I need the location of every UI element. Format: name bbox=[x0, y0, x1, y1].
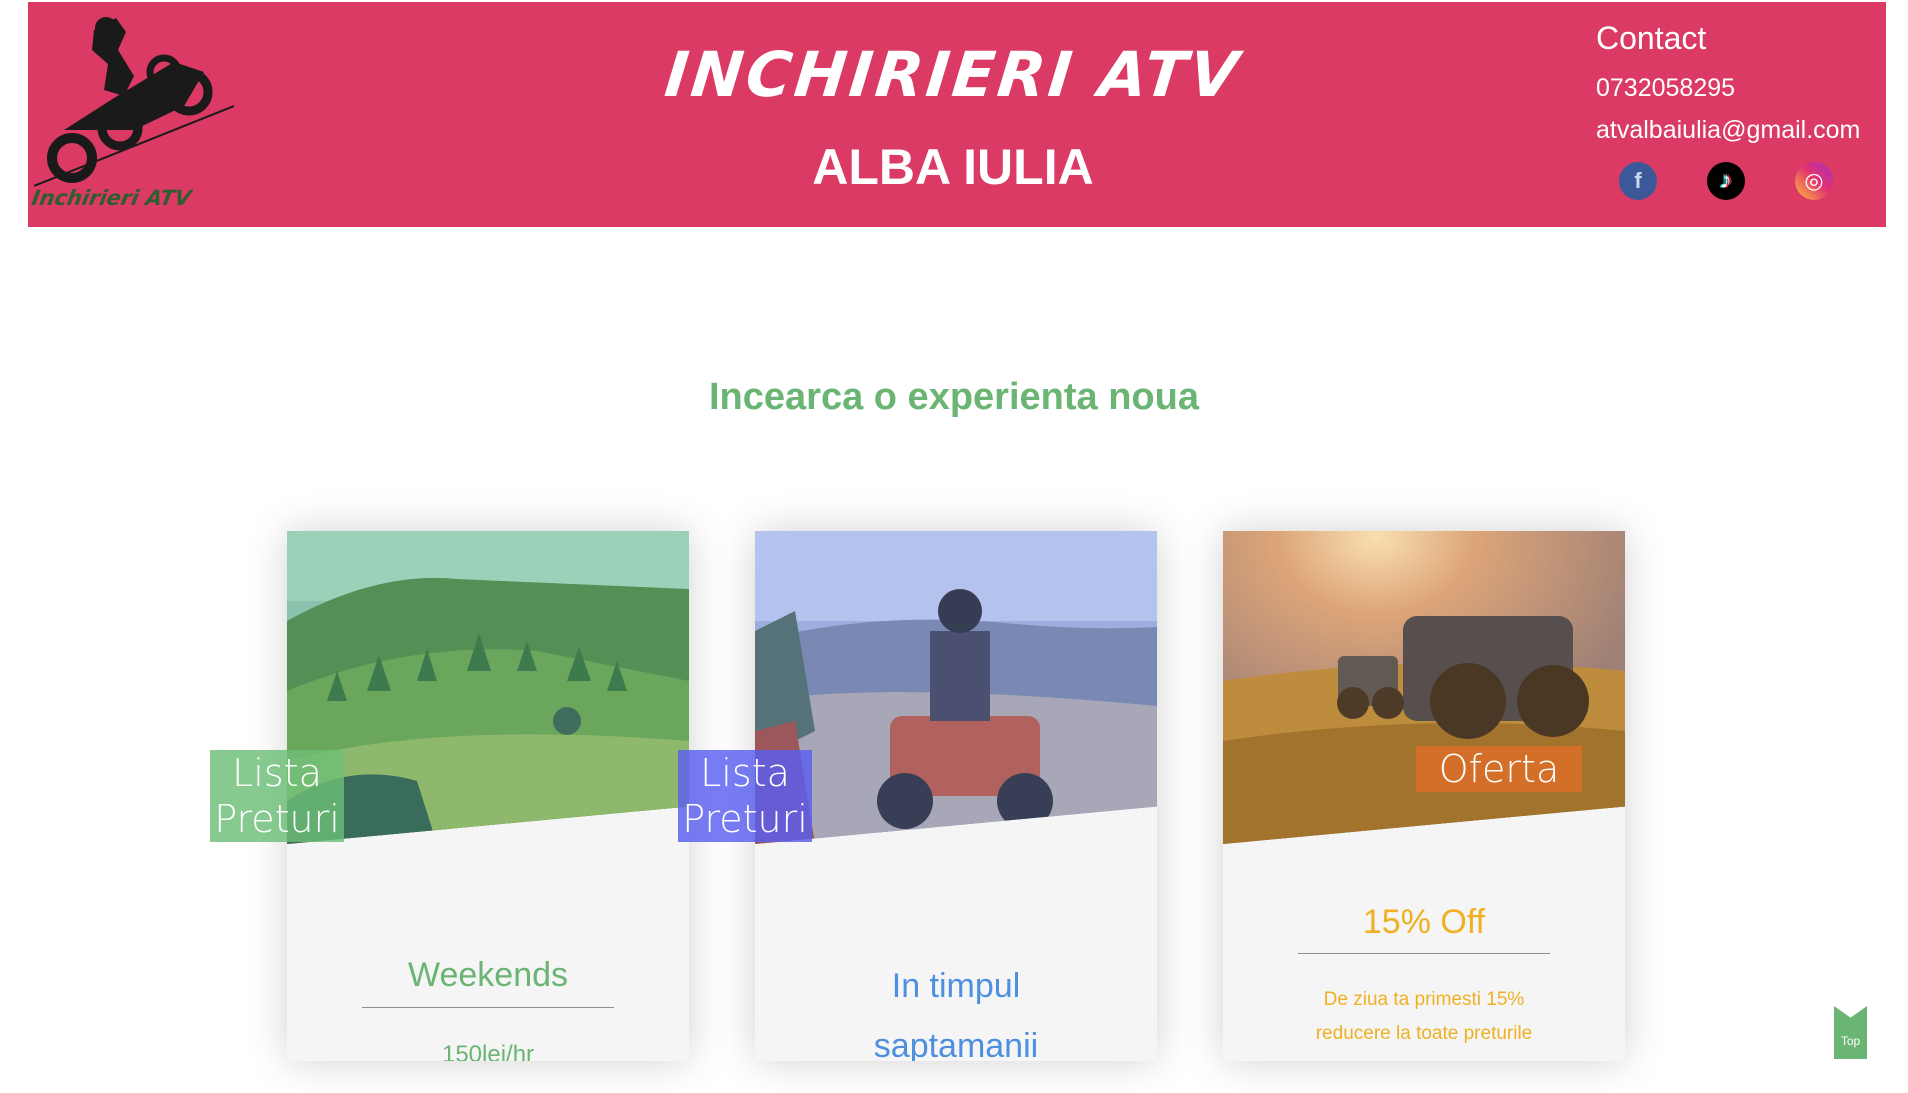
offer-line: De ziua ta primesti 15% bbox=[1323, 989, 1525, 1010]
card-heading: Weekends bbox=[407, 956, 569, 994]
back-to-top-label: Top bbox=[1840, 1034, 1861, 1048]
card-weekday-prices[interactable]: In timpul saptamanii bbox=[755, 531, 1157, 1061]
offer-line: reducere la toate preturile bbox=[1315, 1023, 1533, 1044]
card-heading: In timpul saptamanii bbox=[755, 956, 1157, 1061]
offer-label[interactable]: Oferta bbox=[1416, 746, 1582, 792]
instagram-icon[interactable]: ◎ bbox=[1795, 162, 1833, 200]
price-list-label[interactable]: Lista Preturi bbox=[678, 750, 812, 842]
label-line: Lista bbox=[678, 750, 812, 796]
contact-phone[interactable]: 0732058295 bbox=[1596, 74, 1735, 103]
label-line: Preturi bbox=[210, 796, 344, 842]
label-line: Preturi bbox=[678, 796, 812, 842]
card-divider bbox=[1298, 953, 1550, 954]
card-weekend-prices[interactable]: Weekends 150lei/hr bbox=[287, 531, 689, 1061]
price-list-label[interactable]: Lista Preturi bbox=[210, 750, 344, 842]
card-heading: 15% Off bbox=[1362, 903, 1486, 941]
contact-email[interactable]: atvalbaiulia@gmail.com bbox=[1596, 116, 1860, 145]
card-divider bbox=[362, 1007, 614, 1008]
tiktok-icon[interactable]: ♪ bbox=[1707, 162, 1745, 200]
facebook-icon[interactable]: f bbox=[1619, 162, 1657, 200]
instagram-glyph: ◎ bbox=[1804, 168, 1824, 193]
card-birthday-offer[interactable]: 15% Off De ziua ta primesti 15% reducere… bbox=[1223, 531, 1625, 1061]
facebook-glyph: f bbox=[1634, 168, 1642, 193]
card-heading-line: saptamanii bbox=[873, 1027, 1039, 1061]
offer-description: De ziua ta primesti 15% reducere la toat… bbox=[1283, 983, 1565, 1051]
site-subtitle: ALBA IULIA bbox=[812, 139, 1094, 195]
section-headline: Incearca o experienta noua bbox=[709, 376, 1199, 418]
card-image-atv-rider bbox=[755, 531, 1157, 844]
contact-heading: Contact bbox=[1596, 20, 1707, 56]
card-price: 150lei/hr bbox=[441, 1041, 535, 1061]
label-line: Lista bbox=[210, 750, 344, 796]
card-heading-line: In timpul bbox=[891, 967, 1021, 1005]
card-image-forest-hills bbox=[287, 531, 689, 844]
card-image-sunset-atvs bbox=[1223, 531, 1625, 844]
tiktok-glyph: ♪ bbox=[1720, 167, 1732, 194]
back-to-top-button[interactable]: Top bbox=[1834, 1006, 1867, 1059]
site-header: Inchirieri ATV INCHIRIERI ATV ALBA IULIA… bbox=[28, 2, 1886, 227]
label-line: Oferta bbox=[1416, 746, 1582, 792]
